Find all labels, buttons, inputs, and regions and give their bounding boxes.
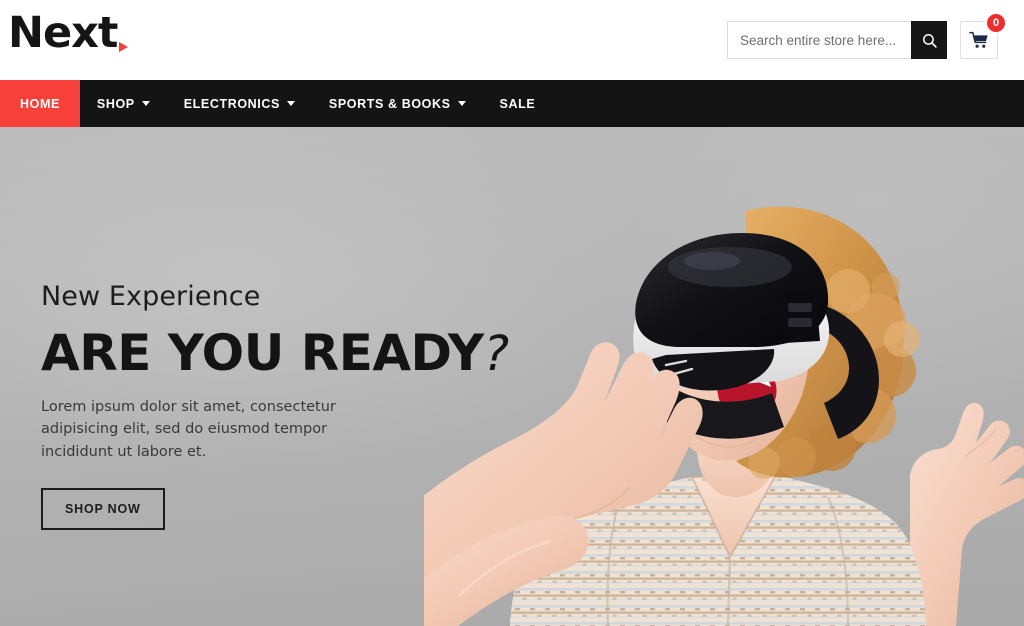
chevron-down-icon <box>141 101 150 106</box>
page-root: Next Search entire store here... 0 HOME … <box>0 0 1024 626</box>
nav-item-electronics-label: ELECTRONICS <box>183 96 280 111</box>
shop-now-button[interactable]: SHOP NOW <box>41 488 165 531</box>
nav-item-sports-books-label: SPORTS & BOOKS <box>328 96 451 111</box>
site-header: Next Search entire store here... 0 <box>0 0 1024 80</box>
nav-item-electronics[interactable]: ELECTRONICS <box>167 80 312 127</box>
chevron-down-icon <box>286 101 295 106</box>
hero-title-main: ARE YOU READY <box>41 323 484 382</box>
hero-image-vr-woman <box>424 127 1024 626</box>
hero-title-question-mark: ? <box>483 325 509 382</box>
hero-content: New Experience ARE YOU READY? Lorem ipsu… <box>41 281 509 531</box>
shopping-cart-icon <box>968 31 988 48</box>
hero-kicker: New Experience <box>41 281 261 312</box>
hero-title: ARE YOU READY? <box>41 328 509 378</box>
search-icon <box>922 33 937 48</box>
nav-item-home[interactable]: HOME <box>0 80 80 127</box>
nav-item-sale-label: SALE <box>499 96 536 111</box>
main-navigation: HOME SHOP ELECTRONICS SPORTS & BOOKS SAL… <box>0 80 1024 127</box>
nav-item-sale[interactable]: SALE <box>483 80 553 127</box>
search-input[interactable] <box>727 21 911 59</box>
nav-item-shop[interactable]: SHOP <box>80 80 167 127</box>
hero-illustration <box>424 206 1024 626</box>
cart-count-badge: 0 <box>985 12 1007 34</box>
search-button[interactable] <box>911 21 947 59</box>
brand-logo[interactable]: Next <box>8 8 129 58</box>
brand-logo-text: Next <box>8 8 118 58</box>
hero-subtitle: Lorem ipsum dolor sit amet, consectetur … <box>41 398 336 460</box>
nav-item-home-label: HOME <box>20 96 60 111</box>
cart-widget[interactable]: 0 <box>960 12 1007 59</box>
nav-item-sports-books[interactable]: SPORTS & BOOKS <box>312 80 483 127</box>
nav-item-shop-label: SHOP <box>96 96 135 111</box>
chevron-down-icon <box>457 101 466 106</box>
hero-banner: New Experience ARE YOU READY? Lorem ipsu… <box>0 127 1024 626</box>
brand-accent-triangle-icon <box>119 42 129 52</box>
search-form <box>727 21 947 59</box>
header-actions: 0 <box>727 12 1007 59</box>
